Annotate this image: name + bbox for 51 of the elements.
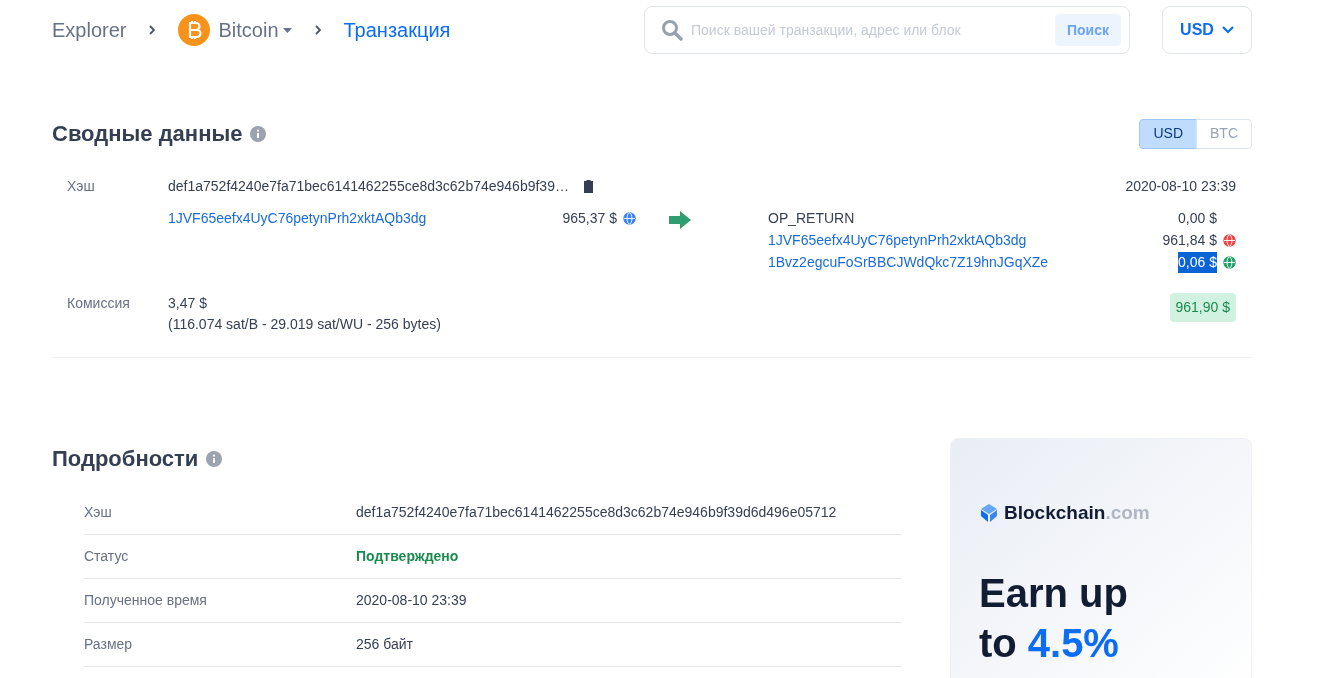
brand-suffix: .com [1105,501,1150,525]
amount: 961,84 $ [1162,230,1217,250]
info-icon [206,450,223,467]
chevron-right-icon [148,24,157,36]
field-label: Хэш [67,176,96,196]
ad-headline: Earn up [979,569,1129,617]
ad-headline: to [979,619,1017,667]
detail-value: def1a752f4240e7fa71bec6141462255ce8d3c62b74e946b9f39d6d496e05712 [356,503,837,522]
detail-label: Хэш [84,503,113,522]
amount: 0,00 $ [1178,208,1217,228]
coin-dropdown[interactable]: Bitcoin [218,15,292,45]
fee-detail: (116.074 sat/B - 29.019 sat/WU - 256 bytes) [168,315,442,334]
currency-toggle-tab[interactable]: USD [1139,118,1197,149]
detail-value: 256 байт [356,635,413,654]
ad-rate: 4.5% [1027,619,1119,667]
brand-name: Blockchain [1004,501,1106,525]
detail-label: Статус [84,547,130,566]
logo-icon [979,503,999,524]
address-link[interactable]: 1JVF65eefx4UyC76petynPrh2xktAQb3dg [168,207,427,229]
chevron-right-icon [313,24,322,36]
ad-card[interactable]: Blockchain.com Earn up to 4.5% [950,438,1252,678]
chevron-down-icon [1221,26,1234,34]
transaction-hash: def1a752f4240e7fa71bec6141462255ce8d3c62b74e946b9f39… [168,176,569,196]
globe-icon[interactable] [1223,255,1236,269]
search-icon [661,19,683,41]
detail-value: 2020-08-10 23:39 [356,591,467,610]
total-badge: 961,90 $ [1169,293,1236,322]
globe-icon[interactable] [623,211,636,225]
currency-dropdown[interactable]: USD [1162,6,1252,54]
clipboard-icon[interactable] [582,179,594,193]
field-label: Комиссия [67,294,131,313]
section-title: Подробности [52,445,199,473]
output-script: OP_RETURN [768,208,855,228]
amount: 0,06 $ [1178,251,1217,273]
amount: 965,37 $ [562,208,617,228]
breadcrumb-link[interactable]: Explorer [52,15,127,45]
breadcrumb-current: Транзакция [343,18,451,43]
address-link[interactable]: 1Bvz2egcuFoSrBBCJWdQkc7Z19hnJGqXZe [768,251,1049,273]
detail-label: Полученное время [84,591,208,610]
caret-down-icon [282,27,292,33]
detail-value: Подтверждено [356,547,459,566]
currency-toggle-tab[interactable]: BTC [1196,118,1252,149]
transaction-time: 2020-08-10 23:39 [1125,176,1236,196]
info-icon [250,125,267,142]
address-link[interactable]: 1JVF65eefx4UyC76petynPrh2xktAQb3dg [768,229,1027,251]
bitcoin-logo-icon [178,14,211,46]
arrow-right-icon [669,211,691,229]
globe-icon[interactable] [1223,233,1236,247]
section-title: Сводные данные [52,120,243,148]
fee-amount: 3,47 $ [168,294,208,313]
detail-label: Размер [84,635,134,654]
